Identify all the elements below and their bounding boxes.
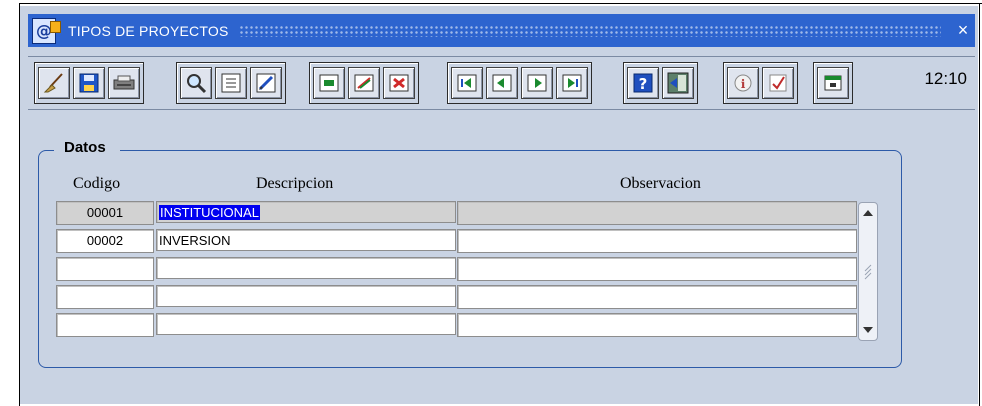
edit-button[interactable]: [250, 67, 282, 99]
info-icon: ℹ: [734, 74, 752, 92]
window-title: TIPOS DE PROYECTOS: [68, 22, 229, 39]
selected-text: INSTITUCIONAL: [159, 205, 260, 220]
codigo-field[interactable]: [56, 257, 154, 281]
duplicate-record-button[interactable]: [348, 67, 380, 99]
calendar-button[interactable]: [817, 67, 849, 99]
printer-icon: [113, 75, 135, 90]
toolbar-group-tools: ℹ: [723, 62, 798, 104]
broom-icon: [43, 73, 63, 93]
scroll-grip-icon[interactable]: [864, 263, 872, 281]
save-icon: [79, 73, 99, 93]
descripcion-field[interactable]: [156, 285, 456, 307]
column-header-descripcion: Descripcion: [256, 175, 334, 192]
print-button[interactable]: [108, 67, 140, 99]
outer-border-top: [19, 3, 982, 4]
calendar-icon: [824, 75, 842, 91]
check-icon: [769, 74, 787, 92]
search-icon: [187, 74, 207, 94]
toolbar: ? ℹ 12:10: [28, 56, 975, 110]
app-icon: @: [32, 17, 61, 44]
next-record-icon: [527, 74, 547, 92]
descripcion-field[interactable]: INSTITUCIONAL: [156, 201, 456, 223]
descripcion-field[interactable]: [156, 313, 456, 335]
delete-record-button[interactable]: [383, 67, 415, 99]
duplicate-record-icon: [354, 74, 374, 92]
exit-button[interactable]: [662, 67, 694, 99]
edit-icon: [256, 73, 276, 93]
svg-text:ℹ: ℹ: [741, 77, 746, 91]
form-window: @ TIPOS DE PROYECTOS × ? ℹ 12:10 Datos C…: [20, 6, 978, 404]
delete-record-icon: [389, 74, 409, 92]
query-button[interactable]: [180, 67, 212, 99]
title-bar-pattern: [238, 24, 941, 37]
descripcion-field[interactable]: [156, 257, 456, 279]
scroll-up-icon[interactable]: [860, 205, 876, 221]
vertical-scrollbar[interactable]: [858, 202, 878, 341]
descripcion-field[interactable]: INVERSION: [156, 229, 456, 251]
first-record-button[interactable]: [451, 67, 483, 99]
observacion-field[interactable]: [457, 229, 857, 253]
outer-border-right: [979, 3, 980, 406]
insert-record-button[interactable]: [313, 67, 345, 99]
clear-button[interactable]: [38, 67, 70, 99]
codigo-field[interactable]: [56, 313, 154, 337]
next-record-button[interactable]: [521, 67, 553, 99]
check-button[interactable]: [762, 67, 794, 99]
close-icon[interactable]: ×: [951, 20, 975, 41]
scroll-down-icon[interactable]: [860, 322, 876, 338]
save-button[interactable]: [73, 67, 105, 99]
toolbar-group-help: ?: [623, 62, 698, 104]
observacion-field[interactable]: [457, 257, 857, 281]
codigo-field[interactable]: 00002: [56, 229, 154, 253]
list-button[interactable]: [215, 67, 247, 99]
help-icon: ?: [633, 73, 653, 93]
toolbar-group-calendar: [813, 62, 853, 104]
toolbar-group-navigation: [447, 62, 592, 104]
observacion-field[interactable]: [457, 201, 857, 225]
observacion-field[interactable]: [457, 313, 857, 337]
toolbar-group-records: [309, 62, 419, 104]
column-header-codigo: Codigo: [73, 175, 121, 192]
list-icon: [221, 73, 241, 93]
previous-record-icon: [492, 74, 512, 92]
toolbar-group-file: [34, 62, 144, 104]
help-button[interactable]: ?: [627, 67, 659, 99]
insert-record-icon: [319, 74, 339, 92]
column-header-observacion: Observacion: [620, 175, 701, 192]
exit-icon: [667, 72, 689, 94]
toolbar-group-query: [176, 62, 286, 104]
svg-text:?: ?: [639, 75, 648, 93]
codigo-field[interactable]: 00001: [56, 201, 154, 225]
last-record-button[interactable]: [556, 67, 588, 99]
frame-label: Datos: [54, 139, 120, 156]
clock: 12:10: [924, 69, 967, 88]
observacion-field[interactable]: [457, 285, 857, 309]
codigo-field[interactable]: [56, 285, 154, 309]
title-bar[interactable]: @ TIPOS DE PROYECTOS ×: [28, 14, 975, 47]
first-record-icon: [457, 74, 477, 92]
info-button[interactable]: ℹ: [727, 67, 759, 99]
last-record-icon: [562, 74, 582, 92]
previous-record-button[interactable]: [486, 67, 518, 99]
